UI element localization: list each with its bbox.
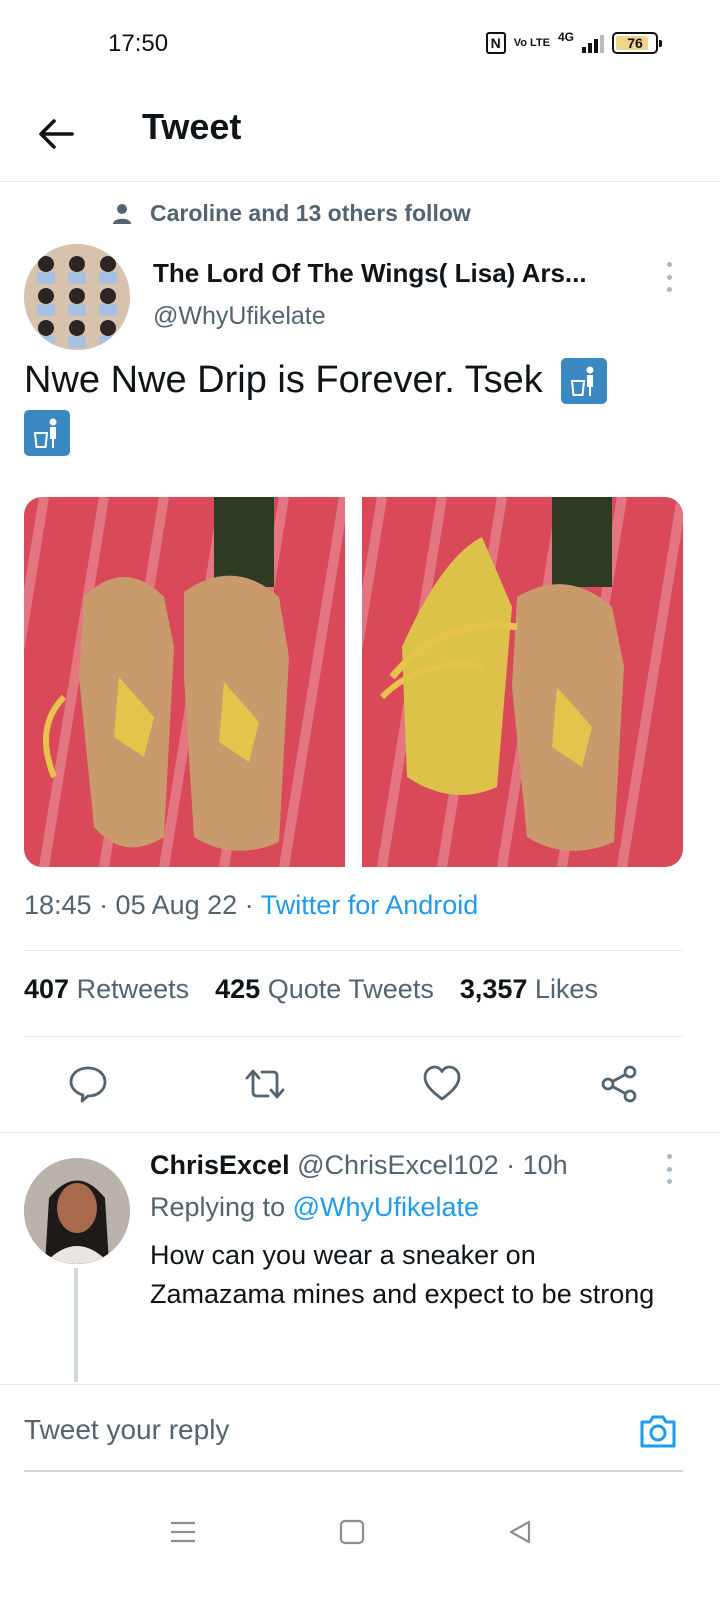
nfc-icon: N xyxy=(485,32,506,54)
section-divider xyxy=(0,1132,720,1133)
replying-to-label: Replying to xyxy=(150,1192,286,1222)
back-button[interactable] xyxy=(30,108,82,160)
divider xyxy=(24,950,683,951)
likes-label: Likes xyxy=(534,974,598,1004)
tweet-text-content: Nwe Nwe Drip is Forever. Tsek xyxy=(24,359,543,401)
app-header: Tweet xyxy=(0,92,720,182)
reply-author-avatar[interactable] xyxy=(24,1158,130,1264)
media-grid xyxy=(24,497,683,867)
tweet-more-button[interactable] xyxy=(662,262,676,292)
tweet-meta: 18:45 · 05 Aug 22 · Twitter for Android xyxy=(24,890,478,921)
comment-icon xyxy=(69,1066,107,1103)
tweet-actions xyxy=(0,1060,720,1112)
litter-bin-emoji-icon xyxy=(561,358,608,404)
retweet-icon xyxy=(245,1069,285,1099)
media-photo-1[interactable] xyxy=(24,497,346,867)
quotes-count: 425 xyxy=(215,974,261,1004)
avatar-image xyxy=(24,1158,130,1264)
reply-input[interactable] xyxy=(24,1414,584,1446)
thread-line xyxy=(74,1268,78,1382)
home-nav-button[interactable] xyxy=(332,1512,372,1552)
arrow-left-icon xyxy=(39,119,74,149)
page-title: Tweet xyxy=(142,106,242,147)
heart-icon xyxy=(423,1065,461,1101)
author-handle[interactable]: @WhyUfikelate xyxy=(153,302,326,331)
reply-button[interactable] xyxy=(64,1060,112,1108)
menu-nav-button[interactable] xyxy=(163,1512,203,1552)
avatar-image xyxy=(24,244,130,350)
reply-composer xyxy=(24,1398,683,1472)
retweets-count: 407 xyxy=(24,974,70,1004)
home-square-icon xyxy=(339,1519,365,1545)
back-nav-button[interactable] xyxy=(500,1512,540,1552)
media-photo-2[interactable] xyxy=(361,497,683,867)
likes-stat[interactable]: 3,357 Likes xyxy=(460,974,598,1005)
network-type-label: 4G xyxy=(557,30,574,44)
reply-author-name[interactable]: ChrisExcel xyxy=(150,1150,290,1180)
replying-to-mention[interactable]: @WhyUfikelate xyxy=(293,1192,479,1222)
tweet-source-link[interactable]: Twitter for Android xyxy=(261,890,479,920)
status-time: 17:50 xyxy=(108,30,169,57)
battery-level: 76 xyxy=(627,35,643,51)
retweets-stat[interactable]: 407 Retweets xyxy=(24,974,189,1005)
menu-icon xyxy=(171,1521,195,1543)
tweet-text: Nwe Nwe Drip is Forever. Tsek xyxy=(24,354,694,458)
quotes-stat[interactable]: 425 Quote Tweets xyxy=(215,974,434,1005)
like-button[interactable] xyxy=(418,1060,466,1108)
divider xyxy=(24,1036,683,1037)
author-name[interactable]: The Lord Of The Wings( Lisa) Ars... xyxy=(153,258,587,289)
quotes-label: Quote Tweets xyxy=(267,974,434,1004)
composer-divider xyxy=(0,1384,720,1385)
reply-header: ChrisExcel @ChrisExcel102 · 10h xyxy=(150,1150,568,1181)
camera-button[interactable] xyxy=(637,1410,679,1452)
social-context[interactable]: Caroline and 13 others follow xyxy=(112,200,471,227)
litter-bin-emoji-icon xyxy=(24,410,70,456)
tweet-timestamp: 18:45 · 05 Aug 22 · xyxy=(24,890,261,920)
signal-icon xyxy=(582,33,604,53)
author-avatar[interactable] xyxy=(24,244,130,350)
status-bar: 17:50 N Vo LTE 4G 76 xyxy=(0,0,720,92)
person-icon xyxy=(113,203,131,224)
reply-handle-time[interactable]: @ChrisExcel102 · 10h xyxy=(297,1150,568,1180)
likes-count: 3,357 xyxy=(459,974,528,1004)
tweet-stats: 407 Retweets 425 Quote Tweets 3,357 Like… xyxy=(24,974,598,1005)
battery-icon: 76 xyxy=(612,32,662,54)
more-vertical-icon xyxy=(666,1154,672,1159)
retweets-label: Retweets xyxy=(76,974,190,1004)
retweet-button[interactable] xyxy=(241,1060,289,1108)
share-button[interactable] xyxy=(595,1060,643,1108)
status-icons: N Vo LTE 4G 76 xyxy=(485,30,662,54)
camera-icon xyxy=(640,1415,676,1448)
volte-icon: Vo LTE xyxy=(513,36,550,49)
more-vertical-icon xyxy=(666,262,672,267)
reply-text: How can you wear a sneaker on Zamazama m… xyxy=(150,1240,655,1309)
system-nav-bar xyxy=(0,1490,720,1600)
share-icon xyxy=(601,1065,637,1103)
social-context-text: Caroline and 13 others follow xyxy=(150,200,471,226)
back-triangle-icon xyxy=(509,1520,531,1544)
reply-more-button[interactable] xyxy=(662,1154,676,1184)
replying-to: Replying to @WhyUfikelate xyxy=(150,1192,479,1223)
